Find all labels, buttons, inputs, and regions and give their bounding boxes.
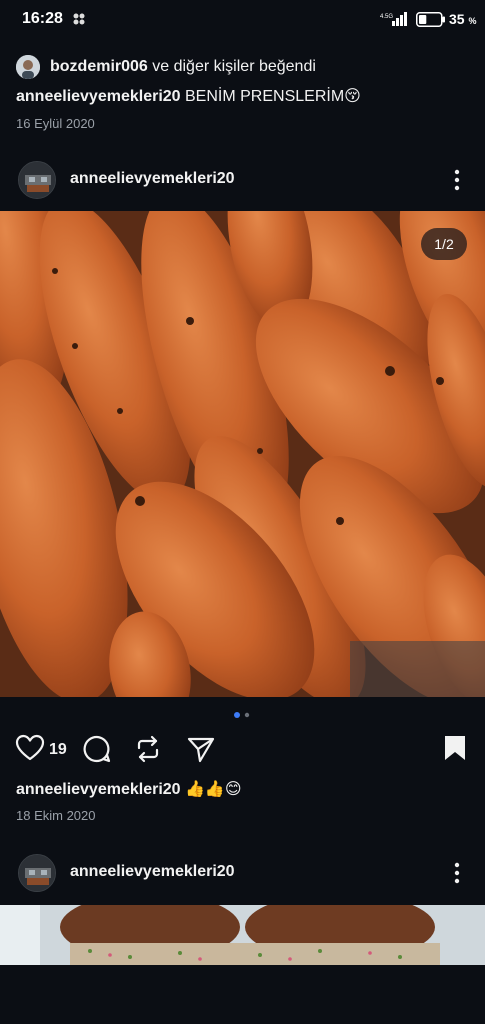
post-date: 18 Ekim 2020: [16, 808, 96, 823]
comment-icon[interactable]: [82, 734, 112, 764]
image-counter: 1/2: [421, 228, 467, 260]
status-time: 16:28: [22, 10, 63, 27]
post-caption: anneelievyemekleri20 👍👍😊: [16, 781, 242, 798]
post-image[interactable]: [0, 905, 485, 965]
liker-avatar[interactable]: [16, 55, 40, 79]
bookmark-icon[interactable]: [443, 734, 467, 762]
more-vertical-icon[interactable]: [449, 166, 465, 194]
status-bar: 16:28 4.5G 35 %: [0, 0, 485, 40]
post-header: anneelievyemekleri20: [0, 158, 485, 202]
post-caption: anneelievyemekleri20 BENİM PRENSLERİM😚: [16, 88, 361, 105]
caption-username[interactable]: anneelievyemekleri20: [16, 781, 181, 798]
liked-by-row[interactable]: bozdemir006 ve diğer kişiler beğendi: [16, 54, 316, 80]
repost-icon[interactable]: [134, 734, 162, 764]
heart-icon[interactable]: [15, 734, 45, 762]
battery-percent: 35 %: [449, 11, 477, 27]
user-avatar[interactable]: [18, 161, 56, 199]
like-count[interactable]: 19: [49, 741, 67, 759]
post-username[interactable]: anneelievyemekleri20: [70, 170, 235, 188]
svg-text:4.5G: 4.5G: [380, 14, 393, 20]
more-vertical-icon[interactable]: [449, 859, 465, 887]
app-notification-icon: [73, 13, 85, 25]
liked-by-text: bozdemir006 ve diğer kişiler beğendi: [50, 58, 316, 75]
send-icon[interactable]: [186, 734, 216, 764]
post-image[interactable]: [0, 211, 485, 697]
post-header: anneelievyemekleri20: [0, 851, 485, 895]
battery-icon: [416, 12, 445, 27]
user-avatar[interactable]: [18, 854, 56, 892]
post-date: 16 Eylül 2020: [16, 116, 95, 131]
post-actions: 19: [0, 730, 485, 770]
signal-icon: 4.5G: [380, 12, 407, 26]
carousel-dots: [234, 712, 250, 718]
caption-username[interactable]: anneelievyemekleri20: [16, 88, 181, 105]
post-username[interactable]: anneelievyemekleri20: [70, 863, 235, 881]
